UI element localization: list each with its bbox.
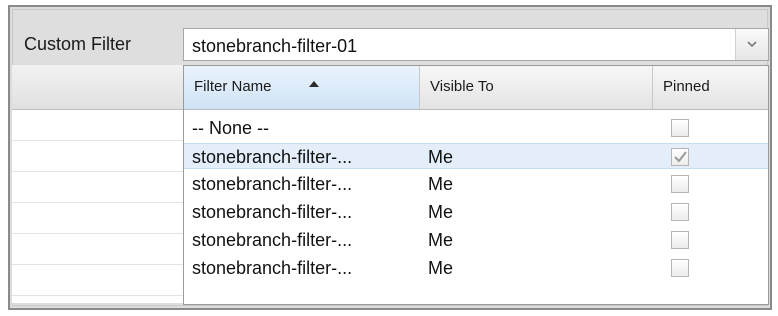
custom-filter-combobox[interactable]: stonebranch-filter-01 xyxy=(183,28,769,61)
filter-option-visible-to: Me xyxy=(428,147,454,167)
pinned-checkbox[interactable] xyxy=(671,231,689,249)
filter-option-visible-to: Me xyxy=(428,230,454,250)
chevron-down-icon xyxy=(747,41,757,48)
column-header-label: Filter Name xyxy=(194,78,272,95)
pinned-checkbox[interactable] xyxy=(671,119,689,137)
filter-option-row[interactable]: stonebranch-filter-... Me xyxy=(184,199,768,225)
sort-ascending-icon xyxy=(309,81,319,87)
filter-option-name: stonebranch-filter-... xyxy=(192,230,353,250)
pinned-checkbox[interactable] xyxy=(671,175,689,193)
custom-filter-dropdown-button[interactable] xyxy=(735,29,768,60)
grid-row xyxy=(12,234,183,265)
filter-option-row[interactable]: stonebranch-filter-... Me xyxy=(184,255,768,281)
filter-option-name: stonebranch-filter-... xyxy=(192,258,353,278)
grid-body xyxy=(12,110,183,303)
grid-row xyxy=(12,110,183,141)
filter-option-name: stonebranch-filter-... xyxy=(192,174,353,194)
column-header-label: Pinned xyxy=(663,78,710,95)
grid-row xyxy=(12,141,183,172)
checkmark-icon xyxy=(674,151,687,163)
filter-list-header: Filter Name Visible To Pinned xyxy=(184,66,768,110)
filter-option-name: stonebranch-filter-... xyxy=(192,147,353,167)
custom-filter-label: Custom Filter xyxy=(24,34,132,54)
grid-row xyxy=(12,172,183,203)
column-header-label: Visible To xyxy=(430,78,494,95)
filter-option-visible-to: Me xyxy=(428,258,454,278)
filter-option-name: -- None -- xyxy=(192,118,270,138)
custom-filter-value[interactable]: stonebranch-filter-01 xyxy=(192,36,357,57)
pinned-checkbox[interactable] xyxy=(671,259,689,277)
column-header-visible-to[interactable]: Visible To xyxy=(420,66,653,109)
column-header-filter-name[interactable]: Filter Name xyxy=(184,66,420,109)
pinned-checkbox[interactable] xyxy=(671,203,689,221)
pinned-checkbox[interactable] xyxy=(671,148,689,166)
filter-option-visible-to: Me xyxy=(428,174,454,194)
grid-row xyxy=(12,203,183,234)
column-header-pinned[interactable]: Pinned xyxy=(653,66,768,109)
filter-option-row[interactable]: stonebranch-filter-... Me xyxy=(184,171,768,197)
filter-dropdown-list: Filter Name Visible To Pinned -- None --… xyxy=(183,65,769,305)
filter-option-row[interactable]: stonebranch-filter-... Me xyxy=(184,143,768,169)
filter-option-visible-to: Me xyxy=(428,202,454,222)
filter-option-row[interactable]: -- None -- xyxy=(184,115,768,141)
grid-header xyxy=(12,65,183,110)
filter-option-name: stonebranch-filter-... xyxy=(192,202,353,222)
filter-option-row[interactable]: stonebranch-filter-... Me xyxy=(184,227,768,253)
grid-row xyxy=(12,265,183,296)
